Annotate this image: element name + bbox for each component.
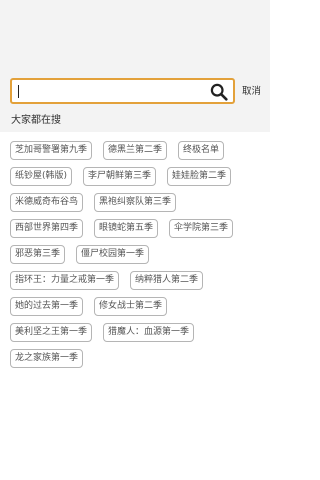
cancel-button[interactable]: 取消	[242, 83, 261, 97]
tag-row: 指环王：力量之戒第一季 纳粹猎人第二季	[10, 271, 265, 290]
search-tag[interactable]: 邪恶第三季	[10, 245, 66, 264]
tag-row: 她的过去第一季 修女战士第二季	[10, 297, 265, 316]
search-tag[interactable]: 芝加哥警署第九季	[10, 141, 93, 160]
popular-search-tags: 芝加哥警署第九季 德黑兰第二季 终极名单 纸钞屋(韩版) 李尸朝鲜第三季 娃娃脸第二季 米德…	[10, 141, 265, 375]
search-tag[interactable]: 伞学院第三季	[169, 219, 234, 238]
search-tag[interactable]: 黑袍纠察队第三季	[94, 193, 177, 212]
search-tag[interactable]: 终极名单	[178, 141, 225, 160]
tag-row: 邪恶第三季 僵尸校园第一季	[10, 245, 265, 264]
search-tag[interactable]: 美利坚之王第一季	[10, 323, 93, 342]
search-box[interactable]	[10, 78, 235, 104]
search-tag[interactable]: 僵尸校园第一季	[76, 245, 150, 264]
tag-row: 龙之家族第一季	[10, 349, 265, 368]
search-tag[interactable]: 指环王：力量之戒第一季	[10, 271, 120, 290]
tag-row: 美利坚之王第一季 猎魔人：血源第一季	[10, 323, 265, 342]
tag-row: 纸钞屋(韩版) 李尸朝鲜第三季 娃娃脸第二季	[10, 167, 265, 186]
search-tag[interactable]: 猎魔人：血源第一季	[103, 323, 195, 342]
search-tag[interactable]: 修女战士第二季	[94, 297, 168, 316]
section-title-popular-searches: 大家都在搜	[11, 115, 61, 126]
search-bar: 取消	[0, 78, 270, 106]
tag-row: 西部世界第四季 眼镜蛇第五季 伞学院第三季	[10, 219, 265, 238]
text-cursor	[18, 85, 19, 98]
search-tag[interactable]: 娃娃脸第二季	[167, 167, 232, 186]
tag-row: 芝加哥警署第九季 德黑兰第二季 终极名单	[10, 141, 265, 160]
search-tag[interactable]: 纳粹猎人第二季	[130, 271, 204, 290]
search-tag[interactable]: 李尸朝鲜第三季	[83, 167, 157, 186]
search-tag[interactable]: 纸钞屋(韩版)	[10, 167, 73, 186]
search-tag[interactable]: 龙之家族第一季	[10, 349, 84, 368]
search-input[interactable]	[20, 82, 210, 100]
search-icon[interactable]	[210, 83, 228, 101]
search-tag[interactable]: 西部世界第四季	[10, 219, 84, 238]
search-tag[interactable]: 眼镜蛇第五季	[94, 219, 159, 238]
search-tag[interactable]: 她的过去第一季	[10, 297, 84, 316]
search-tag[interactable]: 米德威奇布谷鸟	[10, 193, 84, 212]
tag-row: 米德威奇布谷鸟 黑袍纠察队第三季	[10, 193, 265, 212]
search-tag[interactable]: 德黑兰第二季	[103, 141, 168, 160]
